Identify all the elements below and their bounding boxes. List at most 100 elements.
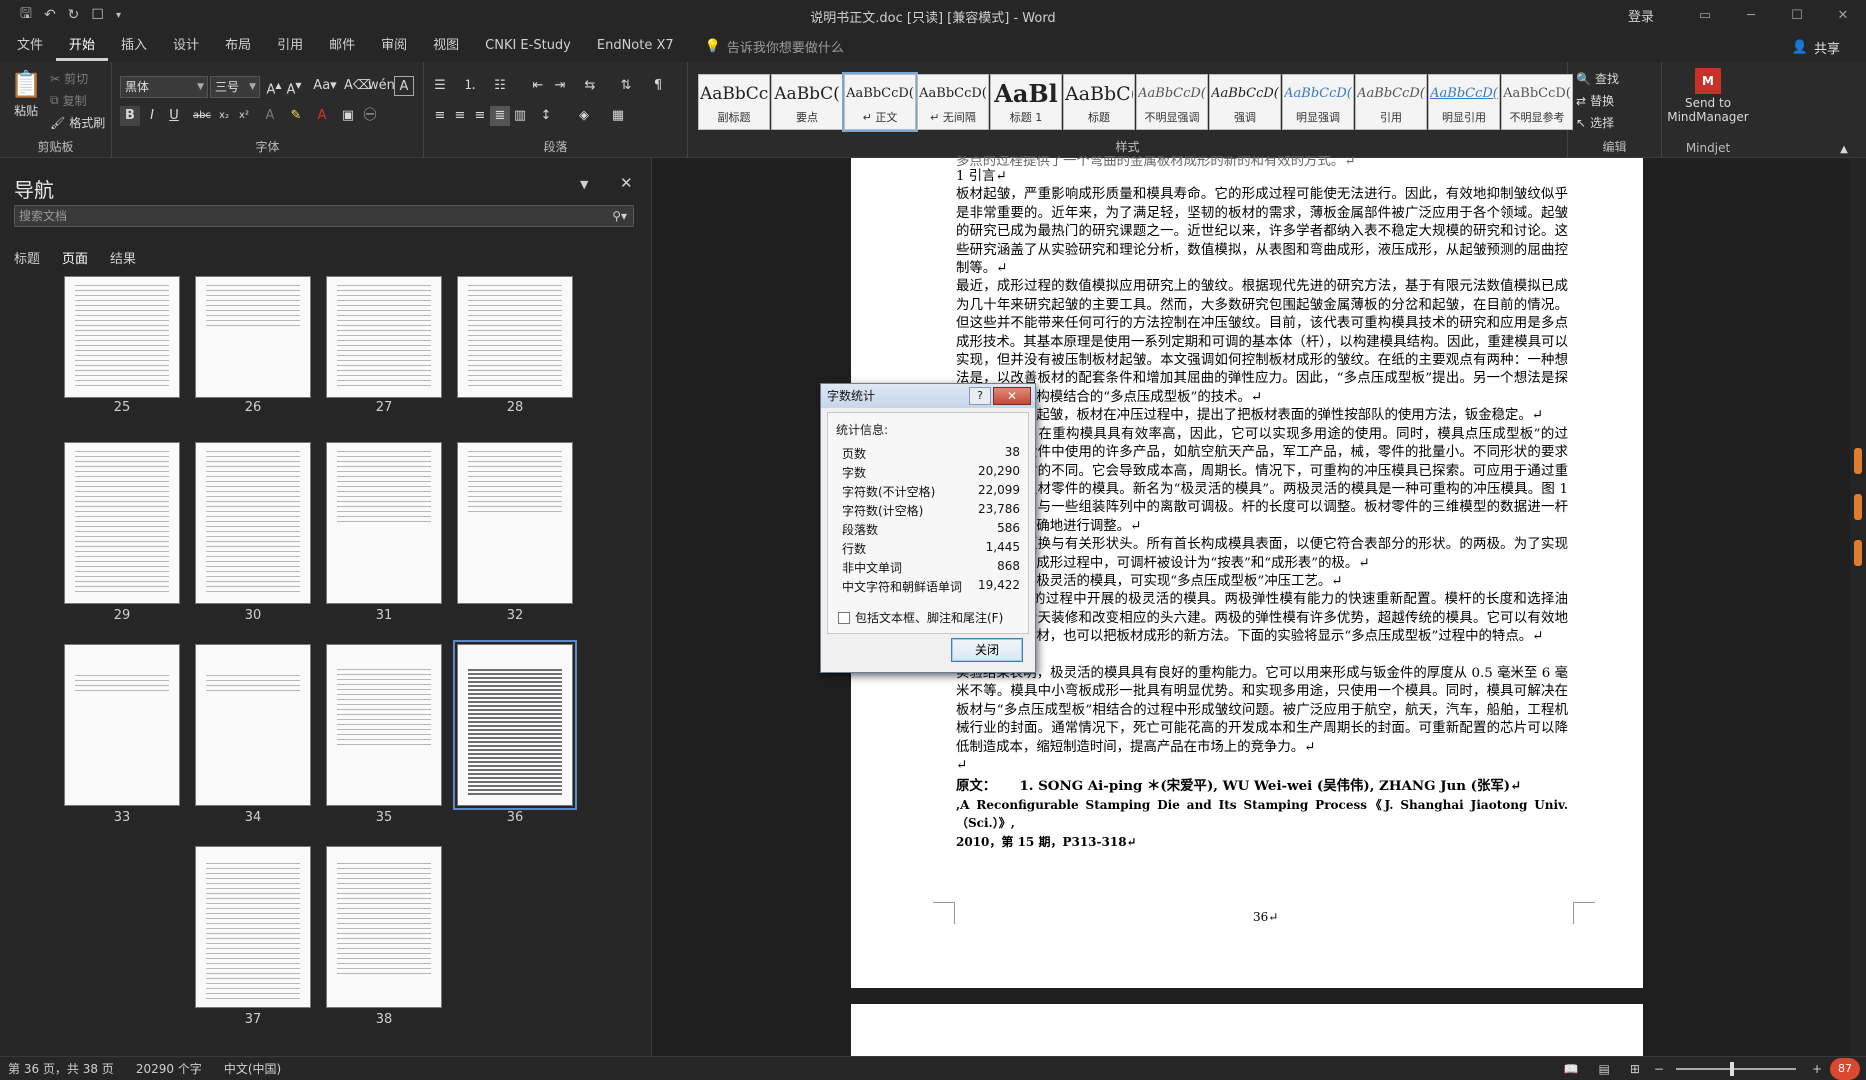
justify-icon[interactable]: ≣ <box>490 106 510 126</box>
find-button[interactable]: 🔍 查找 <box>1576 70 1619 87</box>
tab-file[interactable]: 文件 <box>4 30 56 62</box>
asian-layout-icon[interactable]: ⇆ <box>580 76 600 96</box>
tab-home[interactable]: 开始 <box>56 31 109 61</box>
select-button[interactable]: ↖ 选择 <box>1576 114 1614 131</box>
borders-icon[interactable]: ▦ <box>608 106 628 126</box>
subscript-icon[interactable]: x₂ <box>214 106 234 126</box>
page-thumbnail[interactable] <box>326 644 442 806</box>
nav-options-icon[interactable]: ▼ <box>580 178 588 191</box>
style-emphasis[interactable]: AaBbCcD(强调 <box>1209 74 1281 130</box>
show-marks-icon[interactable]: ¶ <box>648 76 668 96</box>
customize-icon[interactable]: ▾ <box>116 10 121 21</box>
next-page[interactable] <box>851 1004 1643 1064</box>
page-thumbnail[interactable] <box>326 442 442 604</box>
share-button[interactable]: 👤 共享 <box>1792 38 1840 57</box>
style-no-spacing[interactable]: AaBbCcD(↵ 无间隔 <box>917 74 989 130</box>
nav-tab-pages[interactable]: 页面 <box>62 248 88 267</box>
shrink-font-icon[interactable]: A▼ <box>284 76 304 97</box>
tab-insert[interactable]: 插入 <box>108 30 160 62</box>
style-intense-quote[interactable]: AaBbCcD(明显引用 <box>1428 74 1500 130</box>
nav-tab-results[interactable]: 结果 <box>110 248 136 267</box>
style-subtitle[interactable]: AaBbCc 副标题 <box>698 74 770 130</box>
page-thumbnail[interactable] <box>457 276 573 398</box>
tab-endnote[interactable]: EndNote X7 <box>584 30 687 62</box>
tab-cnki[interactable]: CNKI E-Study <box>472 30 584 62</box>
increase-indent-icon[interactable]: ⇥ <box>550 76 570 96</box>
zoom-out-icon[interactable]: − <box>1654 1062 1664 1076</box>
line-spacing-icon[interactable]: ↕ <box>536 106 556 126</box>
tab-mailings[interactable]: 邮件 <box>316 30 368 62</box>
zoom-slider-thumb[interactable] <box>1729 1062 1734 1076</box>
undo-icon[interactable]: ↶ <box>44 7 56 23</box>
copy-button[interactable]: ⧉ 复制 <box>50 92 87 109</box>
page-thumbnail[interactable] <box>195 846 311 1008</box>
align-center-icon[interactable]: ≡ <box>450 106 470 126</box>
close-icon[interactable]: ✕ <box>993 387 1031 405</box>
font-size-combo[interactable]: 三号 ▼ <box>210 76 260 98</box>
page-thumbnail[interactable] <box>457 442 573 604</box>
ribbon-display-options-icon[interactable]: ▭ <box>1682 0 1728 30</box>
change-case-icon[interactable]: Aa▾ <box>310 76 340 96</box>
web-layout-icon[interactable]: ⊞ <box>1630 1062 1640 1076</box>
read-mode-icon[interactable]: 📖 <box>1564 1062 1579 1076</box>
tab-design[interactable]: 设计 <box>160 30 212 62</box>
maximize-icon[interactable]: ☐ <box>1774 0 1820 30</box>
page-thumbnail[interactable] <box>326 276 442 398</box>
font-color-icon[interactable]: A <box>312 106 332 126</box>
tab-layout[interactable]: 布局 <box>212 30 264 62</box>
style-subtle-emphasis[interactable]: AaBbCcD(不明显强调 <box>1136 74 1208 130</box>
print-layout-icon[interactable]: ▤ <box>1598 1062 1609 1076</box>
nav-tab-headings[interactable]: 标题 <box>14 248 40 267</box>
tab-view[interactable]: 视图 <box>420 30 472 62</box>
close-button[interactable]: 关闭 <box>951 638 1023 662</box>
underline-icon[interactable]: U <box>164 106 184 126</box>
nav-search-input[interactable]: 搜索文档 ⚲▾ <box>14 205 634 227</box>
notification-badge[interactable]: 87 <box>1830 1058 1860 1080</box>
strikethrough-icon[interactable]: abc <box>192 106 212 126</box>
paste-button[interactable]: 📋 粘贴 <box>10 70 42 119</box>
tab-review[interactable]: 审阅 <box>368 30 420 62</box>
multilevel-list-icon[interactable]: ☷ <box>490 76 510 96</box>
superscript-icon[interactable]: x² <box>234 106 254 126</box>
style-key-point[interactable]: AaBbC(要点 <box>771 74 843 130</box>
collapse-ribbon-icon[interactable]: ▲ <box>1834 140 1854 160</box>
checkbox-box[interactable] <box>838 611 850 624</box>
replace-button[interactable]: ⇄ 替换 <box>1576 92 1614 109</box>
zoom-in-icon[interactable]: + <box>1812 1062 1822 1076</box>
text-effects-icon[interactable]: A <box>260 106 280 126</box>
style-title[interactable]: AaBbC(标题 <box>1063 74 1135 130</box>
style-heading-1[interactable]: AaBl 标题 1 <box>990 74 1062 130</box>
close-icon[interactable]: ✕ <box>1820 0 1866 30</box>
save-icon[interactable]: 🖫 <box>20 3 32 27</box>
format-painter-button[interactable]: 🖌 格式刷 <box>50 114 105 131</box>
touch-mode-icon[interactable]: ☐ <box>91 7 104 23</box>
cut-button[interactable]: ✂ 剪切 <box>50 70 88 87</box>
nav-close-icon[interactable]: ✕ <box>620 174 633 192</box>
tell-me-box[interactable]: 💡 告诉我你想要做什么 <box>705 37 844 56</box>
minimize-icon[interactable]: ─ <box>1728 0 1774 30</box>
italic-icon[interactable]: I <box>142 106 162 126</box>
character-border-icon[interactable]: A <box>394 76 414 96</box>
page-thumbnail[interactable] <box>64 644 180 806</box>
language-indicator[interactable]: 中文(中国) <box>224 1060 281 1077</box>
distributed-icon[interactable]: ▥ <box>510 106 530 126</box>
bullets-icon[interactable]: ☰ <box>430 76 450 96</box>
style-normal[interactable]: AaBbCcD(↵ 正文 <box>842 72 918 132</box>
sort-icon[interactable]: ⇅ <box>616 76 636 96</box>
bold-icon[interactable]: B <box>120 106 140 126</box>
font-name-combo[interactable]: 黑体 ▼ <box>120 76 208 98</box>
word-count-indicator[interactable]: 20290 个字 <box>136 1060 202 1077</box>
help-icon[interactable]: ? <box>969 387 991 405</box>
page-thumbnail[interactable] <box>64 276 180 398</box>
phonetic-guide-icon[interactable]: wén <box>368 76 395 96</box>
shading-icon[interactable]: ◈ <box>574 106 594 126</box>
page-thumbnail[interactable] <box>195 644 311 806</box>
numbering-icon[interactable]: ⒈ <box>460 76 480 96</box>
page-thumbnail[interactable] <box>195 276 311 398</box>
align-right-icon[interactable]: ≡ <box>470 106 490 126</box>
page-thumbnail[interactable] <box>195 442 311 604</box>
enclose-characters-icon[interactable]: ㊀ <box>360 106 380 126</box>
redo-icon[interactable]: ↻ <box>68 7 80 23</box>
login-link[interactable]: 登录 <box>1628 6 1654 25</box>
search-icon[interactable]: ⚲▾ <box>612 206 627 226</box>
